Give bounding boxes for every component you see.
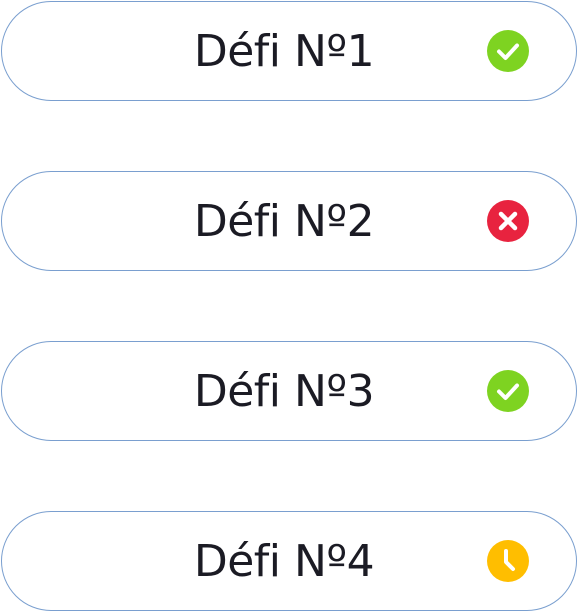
challenge-item-3[interactable]: Défi Nº3 bbox=[1, 341, 577, 441]
challenge-list: Défi Nº1 Défi Nº2 Défi Nº3 Défi Nº4 bbox=[0, 0, 580, 614]
challenge-item-4[interactable]: Défi Nº4 bbox=[1, 511, 577, 611]
challenge-item-2[interactable]: Défi Nº2 bbox=[1, 171, 577, 271]
check-circle-icon bbox=[486, 369, 530, 413]
clock-circle-icon bbox=[486, 539, 530, 583]
check-circle-icon bbox=[486, 29, 530, 73]
cross-circle-icon bbox=[486, 199, 530, 243]
challenge-item-1[interactable]: Défi Nº1 bbox=[1, 1, 577, 101]
